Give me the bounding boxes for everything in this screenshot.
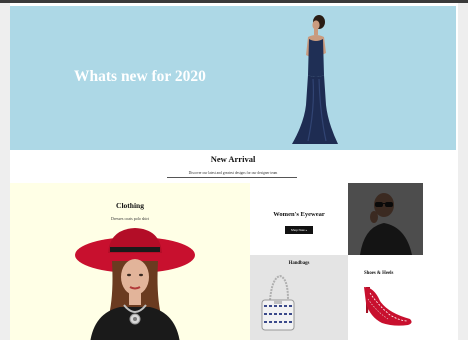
clothing-subtitle: Dresses coats polo shirt — [111, 216, 149, 221]
eyewear-model-image — [348, 183, 423, 255]
handbags-title: Handbags — [288, 261, 310, 266]
eyewear-card: Women's Eyewear Shop Now » — [250, 183, 348, 255]
new-arrival-title: New Arrival — [210, 154, 256, 164]
shoes-title: Shoes & Heels — [364, 271, 394, 276]
clothing-model-image — [75, 228, 195, 340]
handbag-image — [261, 274, 295, 331]
clothing-card[interactable]: Clothing Dresses coats polo shirt — [10, 183, 250, 340]
shoes-card[interactable]: Shoes & Heels — [348, 255, 456, 340]
clothing-title: Clothing — [116, 201, 144, 210]
handbags-card[interactable]: Handbags — [250, 255, 348, 340]
section-divider — [167, 177, 297, 178]
hero-model-image — [292, 15, 338, 144]
shop-now-button[interactable]: Shop Now » — [285, 226, 313, 234]
hero-title: Whats new for 2020 — [74, 68, 206, 85]
new-arrival-subtitle: Discover our latest and greatest designs… — [188, 171, 278, 175]
shoe-image — [364, 287, 412, 326]
browser-frame: Whats new for 2020 New Arrival Discover … — [0, 0, 468, 340]
hero-banner: Whats new for 2020 — [10, 6, 456, 150]
eyewear-title: Women's Eyewear — [273, 211, 325, 218]
page-content: Whats new for 2020 New Arrival Discover … — [10, 6, 456, 340]
